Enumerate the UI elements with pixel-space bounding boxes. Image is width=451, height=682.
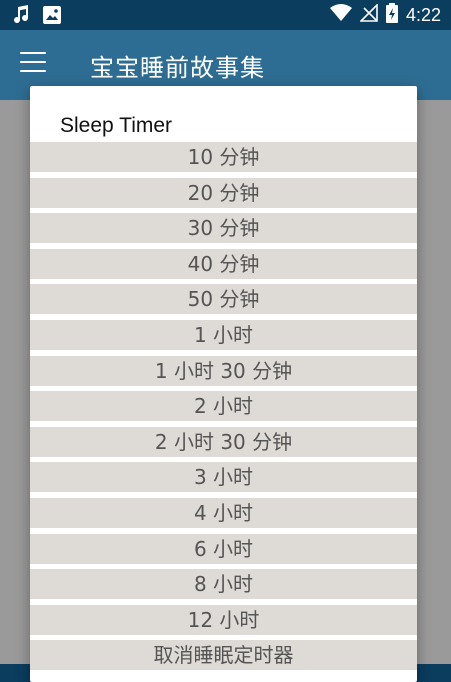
app-title: 宝宝睡前故事集 bbox=[90, 54, 265, 82]
dialog-title: Sleep Timer bbox=[60, 114, 173, 137]
music-note-icon bbox=[12, 5, 30, 29]
no-signal-icon bbox=[359, 3, 378, 26]
timer-option-6h[interactable]: 6 小时 bbox=[30, 533, 417, 564]
timer-option-1h30min[interactable]: 1 小时 30 分钟 bbox=[30, 355, 417, 386]
cancel-sleep-timer-button[interactable]: 取消睡眠定时器 bbox=[30, 640, 417, 671]
timer-option-10min[interactable]: 10 分钟 bbox=[30, 142, 417, 172]
status-bar: 4:22 bbox=[0, 0, 451, 30]
timer-option-50min[interactable]: 50 分钟 bbox=[30, 284, 417, 315]
timer-option-30min[interactable]: 30 分钟 bbox=[30, 213, 417, 244]
image-icon bbox=[42, 5, 62, 29]
timer-option-40min[interactable]: 40 分钟 bbox=[30, 248, 417, 279]
timer-option-4h[interactable]: 4 小时 bbox=[30, 497, 417, 528]
timer-option-12h[interactable]: 12 小时 bbox=[30, 604, 417, 635]
wifi-icon bbox=[329, 4, 352, 26]
status-time: 4:22 bbox=[405, 4, 441, 25]
timer-option-20min[interactable]: 20 分钟 bbox=[30, 177, 417, 208]
hamburger-menu-icon[interactable] bbox=[20, 52, 46, 74]
timer-option-3h[interactable]: 3 小时 bbox=[30, 462, 417, 493]
sleep-timer-dialog: Sleep Timer 10 分钟 20 分钟 30 分钟 40 分钟 50 分… bbox=[30, 86, 417, 682]
timer-option-1h[interactable]: 1 小时 bbox=[30, 319, 417, 350]
timer-option-8h[interactable]: 8 小时 bbox=[30, 569, 417, 600]
timer-option-list: 10 分钟 20 分钟 30 分钟 40 分钟 50 分钟 1 小时 1 小时 … bbox=[30, 142, 417, 676]
timer-option-2h[interactable]: 2 小时 bbox=[30, 391, 417, 422]
battery-charging-icon bbox=[385, 3, 398, 27]
timer-option-2h30min[interactable]: 2 小时 30 分钟 bbox=[30, 426, 417, 457]
